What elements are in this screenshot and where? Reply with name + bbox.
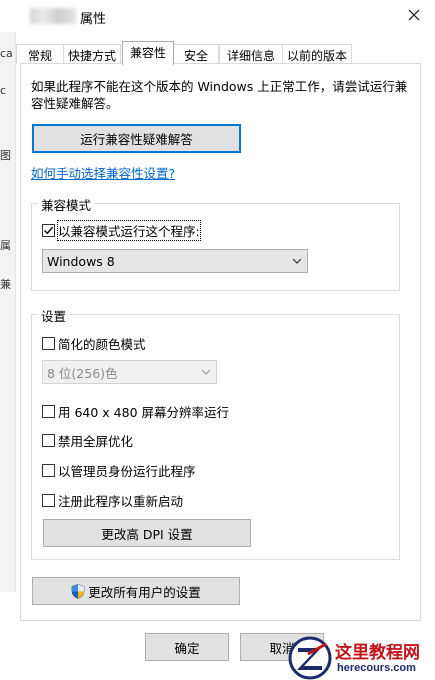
compat-mode-label: 以兼容模式运行这个程序: bbox=[57, 220, 201, 241]
tab-previous-versions[interactable]: 以前的版本 bbox=[282, 44, 352, 64]
compat-mode-title: 兼容模式 bbox=[38, 195, 95, 214]
tab-security[interactable]: 安全 bbox=[173, 44, 219, 64]
close-icon bbox=[408, 9, 420, 21]
disable-fullscreen-label: 禁用全屏优化 bbox=[58, 434, 134, 449]
strip-text: ca bbox=[0, 47, 12, 60]
tab-compatibility[interactable]: 兼容性 bbox=[122, 41, 174, 65]
run-as-admin-label: 以管理员身份运行此程序 bbox=[58, 464, 196, 479]
change-all-users-label: 更改所有用户的设置 bbox=[88, 584, 201, 600]
shield-icon bbox=[71, 583, 85, 599]
settings-group: 设置 简化的颜色模式 8 位(256)色 用 640 x 480 屏幕分辨率运行… bbox=[31, 306, 400, 560]
resolution-640-checkbox[interactable]: 用 640 x 480 屏幕分辨率运行 bbox=[42, 402, 229, 421]
resolution-640-label: 用 640 x 480 屏幕分辨率运行 bbox=[58, 405, 230, 420]
manual-settings-link[interactable]: 如何手动选择兼容性设置? bbox=[31, 163, 175, 182]
color-depth-value: 8 位(256)色 bbox=[47, 365, 118, 381]
checkmark-icon bbox=[43, 226, 54, 235]
change-all-users-button[interactable]: 更改所有用户的设置 bbox=[32, 577, 240, 605]
checkbox-box bbox=[42, 337, 55, 350]
register-restart-label: 注册此程序以重新启动 bbox=[58, 494, 184, 509]
watermark-url: herecours.com bbox=[337, 662, 416, 674]
checkbox-box bbox=[42, 494, 55, 507]
tab-shortcut[interactable]: 快捷方式 bbox=[63, 44, 121, 64]
window-title: 属性 bbox=[80, 12, 107, 27]
compat-mode-group: 兼容模式 以兼容模式运行这个程序: Windows 8 bbox=[31, 195, 400, 291]
change-dpi-button[interactable]: 更改高 DPI 设置 bbox=[43, 519, 251, 547]
compat-description: 如果此程序不能在这个版本的 Windows 上正常工作，请尝试运行兼容性疑难解答… bbox=[31, 79, 408, 111]
strip-text: 属 bbox=[0, 239, 11, 252]
windows-version-value: Windows 8 bbox=[47, 253, 115, 269]
compatibility-panel: 如果此程序不能在这个版本的 Windows 上正常工作，请尝试运行兼容性疑难解答… bbox=[20, 63, 421, 621]
run-as-admin-checkbox[interactable]: 以管理员身份运行此程序 bbox=[42, 461, 196, 480]
title-bar: 属性 bbox=[0, 0, 435, 32]
tab-details[interactable]: 详细信息 bbox=[219, 44, 283, 64]
watermark-name: 这里教程网 bbox=[335, 643, 420, 663]
chevron-down-icon bbox=[201, 369, 211, 375]
strip-text: 图 bbox=[0, 149, 11, 162]
strip-text: 兼 bbox=[0, 278, 11, 291]
watermark-logo-icon bbox=[288, 636, 332, 680]
settings-title: 设置 bbox=[38, 306, 70, 325]
app-icon bbox=[30, 8, 76, 24]
ok-button[interactable]: 确定 bbox=[145, 633, 229, 661]
tab-general[interactable]: 常规 bbox=[16, 44, 64, 64]
background-window-strip: ca c 图 属 兼 bbox=[0, 32, 16, 592]
reduced-color-label: 简化的颜色模式 bbox=[58, 337, 146, 352]
checkbox-box bbox=[42, 434, 55, 447]
strip-text: c bbox=[0, 84, 7, 97]
reduced-color-checkbox[interactable]: 简化的颜色模式 bbox=[42, 334, 146, 353]
run-troubleshooter-button[interactable]: 运行兼容性疑难解答 bbox=[32, 124, 241, 153]
site-watermark: 这里教程网 herecours.com bbox=[288, 636, 435, 680]
disable-fullscreen-checkbox[interactable]: 禁用全屏优化 bbox=[42, 431, 133, 450]
checkbox-box bbox=[42, 464, 55, 477]
compat-mode-checkbox[interactable]: 以兼容模式运行这个程序: bbox=[42, 220, 201, 241]
chevron-down-icon bbox=[292, 258, 302, 264]
close-button[interactable] bbox=[399, 2, 429, 28]
checkbox-box bbox=[42, 224, 55, 237]
color-depth-select: 8 位(256)色 bbox=[42, 360, 217, 384]
register-restart-checkbox[interactable]: 注册此程序以重新启动 bbox=[42, 491, 183, 510]
windows-version-select[interactable]: Windows 8 bbox=[42, 249, 308, 273]
checkbox-box bbox=[42, 405, 55, 418]
